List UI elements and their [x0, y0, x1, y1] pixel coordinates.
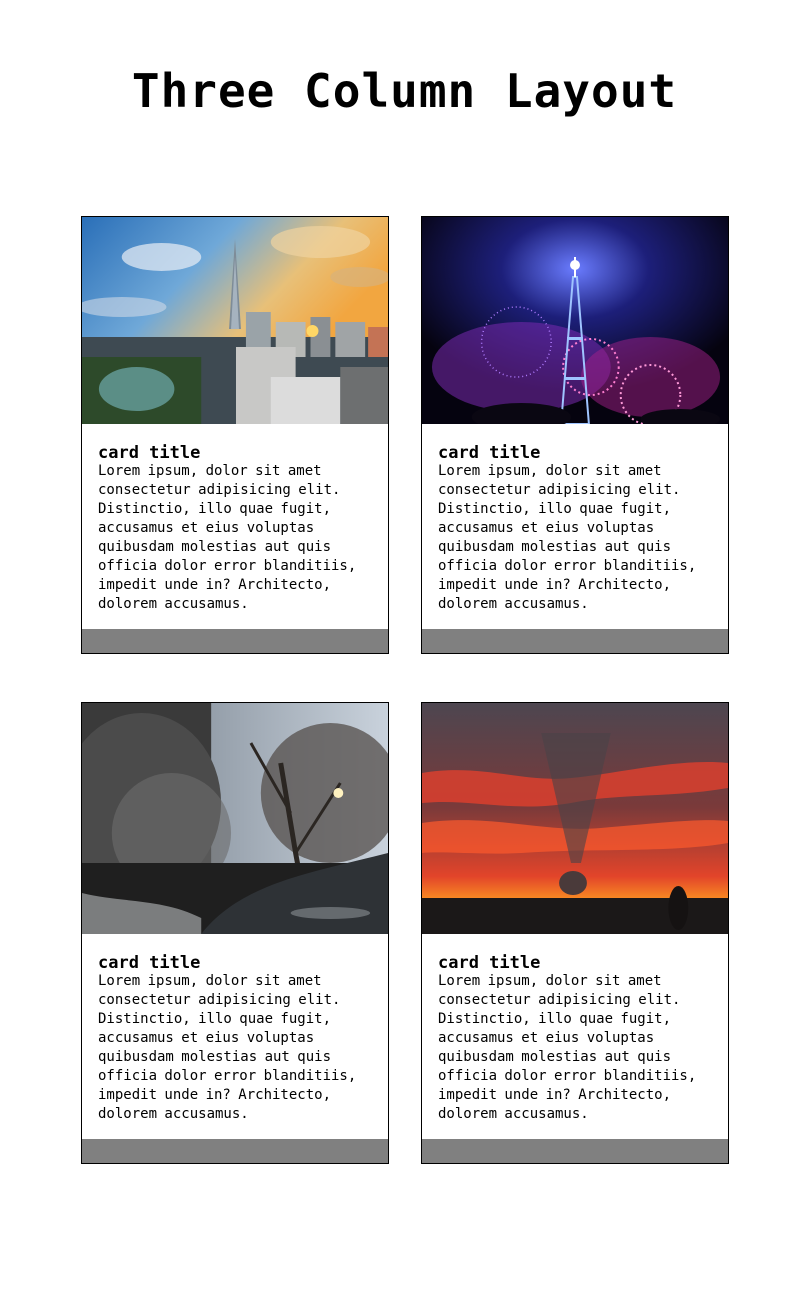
page-title: Three Column Layout [131, 64, 678, 118]
card-title: card title [98, 443, 201, 463]
card-title: card title [438, 443, 541, 463]
city-skyline-sunset-photo [82, 217, 388, 424]
card-text: Lorem ipsum, dolor sit amet consectetur … [98, 973, 357, 1122]
card-text: Lorem ipsum, dolor sit amet consectetur … [438, 973, 697, 1122]
card-text: Lorem ipsum, dolor sit amet consectetur … [98, 463, 357, 612]
card: card title Lorem ipsum, dolor sit amet c… [81, 216, 389, 654]
winter-river-trees-photo [82, 703, 388, 934]
card-text: Lorem ipsum, dolor sit amet consectetur … [438, 463, 697, 612]
card: card title Lorem ipsum, dolor sit amet c… [421, 216, 729, 654]
red-sunset-sky-photo [422, 703, 728, 934]
card-footer [422, 1139, 728, 1163]
card-footer [82, 1139, 388, 1163]
card-footer [82, 629, 388, 653]
card: card title Lorem ipsum, dolor sit amet c… [421, 702, 729, 1164]
card-title: card title [438, 953, 541, 973]
card: card title Lorem ipsum, dolor sit amet c… [81, 702, 389, 1164]
card-title: card title [98, 953, 201, 973]
card-footer [422, 629, 728, 653]
eiffel-tower-fireworks-photo [422, 217, 728, 424]
